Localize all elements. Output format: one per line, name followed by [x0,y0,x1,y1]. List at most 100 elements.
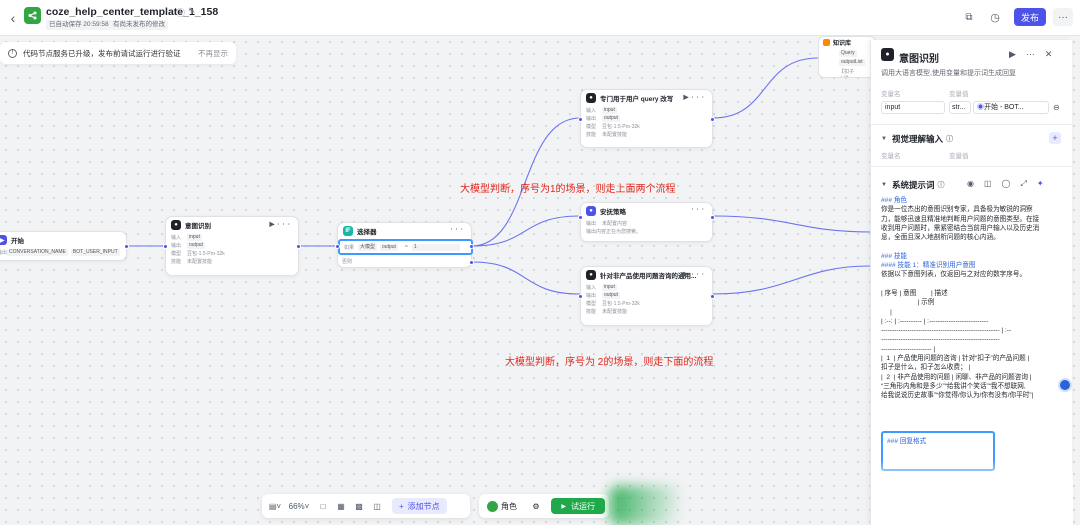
prompt-line: | [881,308,892,316]
row-value: output [602,114,620,122]
image-icon[interactable]: ▩ [350,498,368,514]
run-icon[interactable]: ▶ [1009,49,1016,60]
var-name-label: 变量名 [881,91,901,98]
row-value: output [187,241,205,249]
info-icon[interactable]: ⓘ [176,6,185,19]
add-node-button[interactable]: + 添加节点 [392,498,447,514]
edge-query-kb [712,57,819,119]
prompt-line: | 序号 | 意图 | 描述 [881,289,948,297]
test-run-button[interactable]: ▶ 试运行 [551,498,605,514]
zoom-value: 66% [288,501,305,511]
debug-icon[interactable]: ⚙ [527,498,545,514]
close-icon[interactable]: ✕ [1045,49,1053,60]
back-icon[interactable]: ‹ [6,10,20,26]
input-value-select[interactable]: ◉开始 - BOT... [973,101,1049,114]
prompt-line: #### 技能 1：精准识别用户意图 [881,262,976,270]
input-port[interactable] [163,244,168,249]
row-label: 模型 [171,250,182,257]
row-value: 豆包·1.5·Pro·32k [187,250,225,257]
annotation-bottom: 大模型判断，序号为 2的场景，则走下面的流程 [505,357,714,368]
unpublished-badge: 有尚未发布的修改 [110,20,168,30]
assistant-float-icon[interactable] [1058,378,1072,392]
node-actions-icon[interactable]: ▶··· [684,93,708,101]
more-icon[interactable]: ··· [1026,49,1035,60]
settings-icon[interactable]: ◉ [967,179,974,189]
output-port[interactable] [710,215,715,220]
edge-comfort-panel [712,215,871,233]
prompt-line: “三角形内角和是多少”“给我讲个笑话”“我不想联网, [881,382,1026,390]
input-port[interactable] [578,294,583,299]
workflow-icon [28,11,37,20]
layout-icon[interactable]: ▦ [332,498,350,514]
prompt-line: | 示例 [881,299,935,307]
selector-node[interactable]: IF 选择器 ··· 如果 大模型 output = 1 否则 [335,222,474,268]
row-value: input [602,106,617,114]
node-actions-icon[interactable]: ▶··· [684,270,708,278]
ai-optimize-icon[interactable]: ✦ [1037,179,1044,189]
play-icon: ▶ [561,503,566,510]
node-actions-icon[interactable]: ··· [451,226,467,233]
else-output-port[interactable] [469,260,474,265]
template-icon[interactable]: ◯ [1002,179,1011,189]
output-port[interactable] [124,244,129,249]
if-output-port[interactable] [469,244,474,249]
node-actions-icon[interactable]: ··· [692,206,708,213]
input-name-field[interactable]: input [881,101,945,114]
autosave-badge: 已自动保存 20:59:58 [46,20,112,30]
prompt-line: 依据以下意图列表，仅返回与之对应的数字序号。 [881,271,1027,279]
edit-icon[interactable]: ✎ [188,6,196,17]
node-actions-icon[interactable]: ▶··· [270,220,294,228]
start-node[interactable]: ▶ 开始 输出CONVERSATION_NAMEBOT_USER_INPUT [0,231,129,261]
input-type-select[interactable]: str... [949,101,971,114]
comfort-node[interactable]: ● 安抚策略 ··· 输出 未配置内容 输出内容 正在为您搜索。 [578,202,715,242]
role-button[interactable]: 角色 [483,500,521,512]
non-product-node[interactable]: ● 针对非产品使用问题咨询的通用... ▶··· 输入 input 输出 output … [578,266,715,326]
prompt-line: 扣子是什么，扣子怎么收费； | [881,364,971,372]
info-icon[interactable]: ⓘ [946,134,953,144]
publish-button[interactable]: 发布 [1014,8,1046,26]
row-value: 豆包·1.5·Pro·32k [602,123,640,130]
intent-node[interactable]: ● 意图识别 ▶··· 输入 input 输出 output 模型 豆包·1.5·Pro·… [163,216,301,276]
system-prompt-editor[interactable]: ### 角色 你是一位杰出的意图识别专家，具备极为敏锐的洞察 力，能够迅速且精准地判… [881,196,1069,446]
output-port[interactable] [296,244,301,249]
row-value: Query [839,50,857,57]
input-port[interactable] [335,244,340,249]
remove-icon[interactable]: ⊖ [1053,103,1060,112]
library-icon[interactable]: ◫ [984,179,992,189]
prompt-line [881,280,1069,289]
copy-icon[interactable]: ⧉ [962,10,976,24]
input-port[interactable] [578,117,583,122]
collapse-icon[interactable]: ▼ [881,182,887,188]
system-prompt-title: 系统提示词 [891,180,935,190]
dismiss-notice-link[interactable]: 不再显示 [198,48,228,59]
prompt-line [881,242,1069,251]
input-port[interactable] [578,215,583,220]
row-label: 模型 [586,123,597,130]
prompt-line: 收到用户问题时，需紧密结合当前用户输入以及历史消 [881,224,1040,232]
condition-source: 大模型 [358,243,378,251]
selector-condition[interactable]: 如果 大模型 output = 1 [338,239,473,255]
comment-icon[interactable]: □ [314,498,332,514]
vision-section-title: 视觉理解输入 [891,134,943,144]
knowledge-node[interactable]: 知识库 Query outputList 【扣子小助 [818,36,876,78]
collapse-icon[interactable]: ▼ [881,136,887,142]
query-rewrite-node[interactable]: ● 专门用于用户 query 改写 ▶··· 输入 input 输出 output 模型… [578,89,715,148]
row-label: 输入 [586,284,597,291]
prompt-line: ### 技能 [881,252,908,260]
panel-title: 意图识别 [899,54,939,65]
output-port[interactable] [710,117,715,122]
expand-icon[interactable]: ⤢ [1021,179,1027,189]
add-node-label: 添加节点 [407,501,440,511]
add-icon[interactable]: + [1049,132,1061,144]
note-icon[interactable]: ◫ [368,498,386,514]
row-label: 输出 [0,249,8,256]
more-button[interactable]: ··· [1053,8,1073,26]
llm-icon: ● [881,48,894,61]
zoom-select[interactable]: 66% ˅ [284,498,314,514]
row-value: input [602,283,617,291]
minimap-icon[interactable]: ▤˅ [266,498,284,514]
info-icon[interactable]: ⓘ [937,180,944,190]
reply-format-text: ### 回复格式 [887,438,927,445]
history-icon[interactable]: ◷ [988,10,1002,24]
output-port[interactable] [710,294,715,299]
